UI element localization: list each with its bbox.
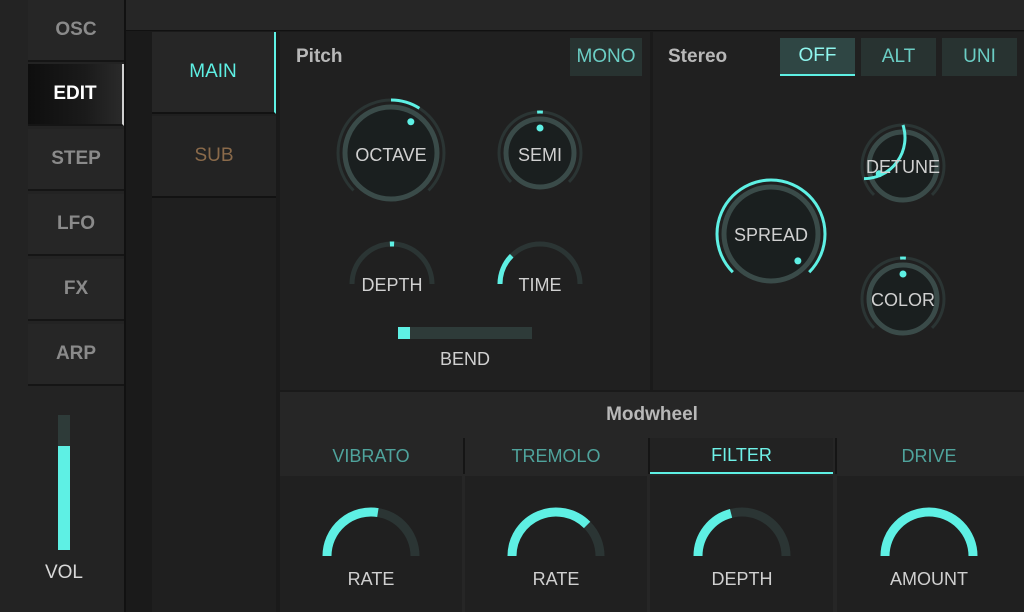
stereo-uni-button[interactable]: UNI (942, 38, 1017, 76)
tab-divider (463, 438, 465, 474)
stereo-off-button[interactable]: OFF (780, 38, 855, 76)
sidebar-item-edit[interactable]: EDIT (28, 64, 124, 126)
bend-label: BEND (439, 349, 490, 369)
depth-label: DEPTH (361, 275, 423, 295)
subtab-column: MAIN SUB (152, 32, 276, 612)
stereo-title: Stereo (668, 46, 728, 67)
modwheel-cell-vibrato (280, 476, 462, 612)
stereo-alt-button[interactable]: ALT (861, 38, 936, 76)
sidebar-item-step[interactable]: STEP (28, 129, 124, 191)
tab-vibrato[interactable]: VIBRATO (280, 438, 462, 474)
tab-divider (835, 438, 837, 474)
time-label: TIME (518, 275, 562, 295)
top-bar (126, 0, 1024, 31)
semi-label: SEMI (517, 145, 562, 165)
sidebar-item-label: LFO (57, 213, 95, 234)
modwheel-cell-drive (837, 476, 1024, 612)
modwheel-cell-filter (650, 476, 833, 612)
sidebar-item-label: STEP (51, 148, 101, 169)
spread-label: SPREAD (733, 225, 809, 245)
drive-amount-label: AMOUNT (890, 569, 968, 589)
tremolo-rate-label: RATE (532, 569, 580, 589)
modwheel-cell-tremolo (465, 476, 647, 612)
tab-filter[interactable]: FILTER (650, 438, 833, 474)
stereo-panel (653, 32, 1024, 390)
subtab-main[interactable]: MAIN (152, 32, 276, 114)
tab-drive[interactable]: DRIVE (837, 438, 1021, 474)
color-label: COLOR (870, 290, 935, 310)
tab-divider (648, 438, 650, 474)
sidebar-item-label: EDIT (53, 83, 97, 104)
sidebar-item-lfo[interactable]: LFO (28, 194, 124, 256)
mono-button[interactable]: MONO (570, 38, 642, 76)
filter-depth-label: DEPTH (711, 569, 773, 589)
sidebar-item-fx[interactable]: FX (28, 259, 124, 321)
vibrato-rate-label: RATE (347, 569, 395, 589)
pitch-title: Pitch (296, 46, 343, 67)
modwheel-title: Modwheel (606, 404, 698, 425)
sidebar-item-label: FX (63, 278, 89, 299)
sidebar-item-osc[interactable]: OSC (28, 0, 124, 62)
octave-label: OCTAVE (355, 145, 427, 165)
volume-slider-fill (58, 446, 70, 550)
subtab-sub[interactable]: SUB (152, 116, 276, 198)
volume-label: VOL (44, 562, 84, 583)
bend-slider-handle[interactable] (398, 327, 410, 339)
sidebar-item-label: OSC (55, 19, 97, 40)
detune-label: DETUNE (865, 157, 940, 177)
sidebar-item-label: ARP (55, 343, 97, 364)
sidebar-item-arp[interactable]: ARP (28, 324, 124, 386)
tab-tremolo[interactable]: TREMOLO (465, 438, 647, 474)
bend-slider[interactable] (398, 327, 532, 339)
